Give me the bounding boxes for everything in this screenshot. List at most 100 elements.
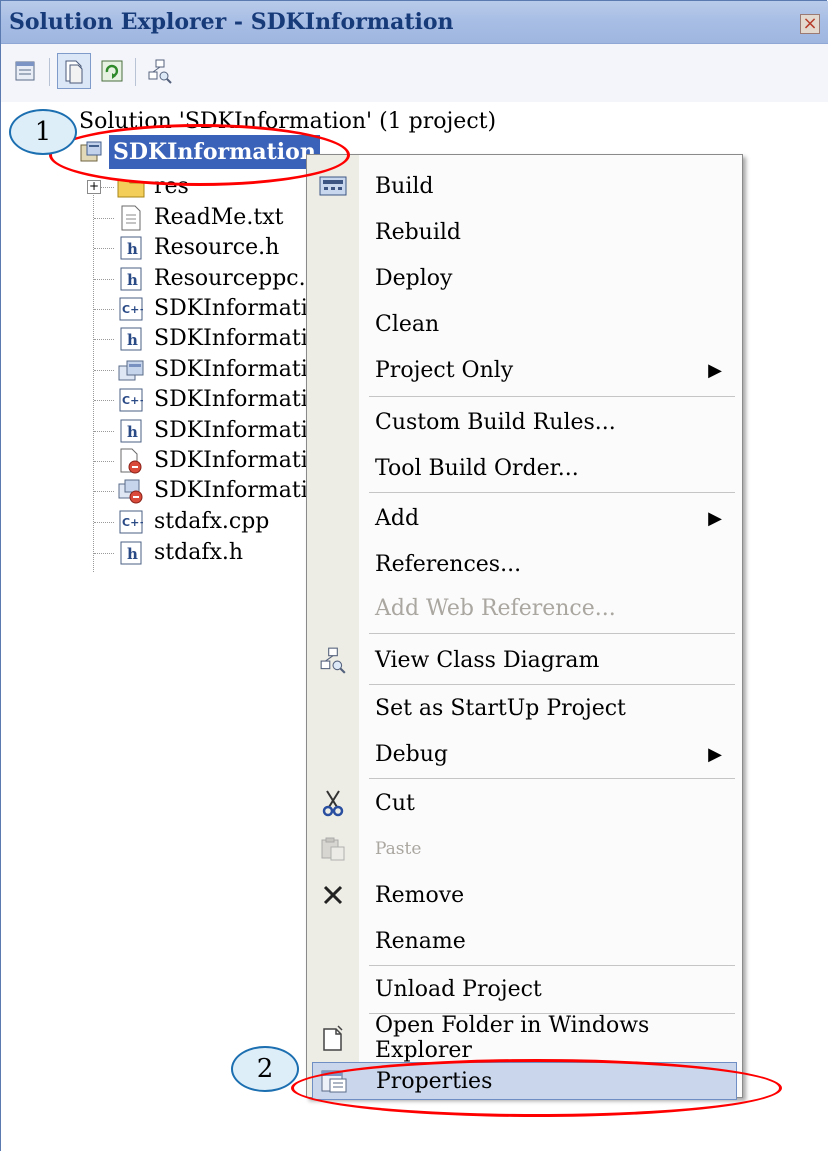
menu-item-label: Deploy bbox=[375, 265, 453, 291]
tree-item-sdkinformation-resource[interactable]: SDKInformatior bbox=[117, 355, 332, 385]
menu-item-label: Open Folder in Windows Explorer bbox=[375, 1013, 650, 1063]
tree-connector bbox=[94, 279, 114, 280]
tree-item-stdafx-cpp[interactable]: C++ stdafx.cpp bbox=[117, 507, 269, 537]
svg-text:C++: C++ bbox=[122, 394, 143, 407]
tree-connector bbox=[94, 370, 114, 371]
menu-item-label: Build bbox=[375, 173, 434, 199]
header-file-icon: h bbox=[117, 325, 145, 353]
tree-item-sdkinformation-h-2[interactable]: h SDKInformatior bbox=[117, 416, 332, 446]
tree-item-label: stdafx.h bbox=[154, 540, 244, 565]
tree-item-sdkinformation-rc2[interactable]: SDKInformatior bbox=[117, 476, 332, 506]
menu-item-clean[interactable]: Clean bbox=[307, 301, 742, 347]
menu-item-rename[interactable]: Rename bbox=[307, 918, 742, 964]
tree-item-sdkinformation-cpp[interactable]: C++ SDKInformatior bbox=[117, 294, 332, 324]
tree-item-sdkinformation-rc[interactable]: SDKInformatior bbox=[117, 446, 332, 476]
submenu-arrow-icon: ▶ bbox=[708, 359, 722, 381]
toolbar-separator bbox=[135, 58, 136, 86]
tree-connector bbox=[94, 400, 114, 401]
tree-item-readme[interactable]: ReadMe.txt bbox=[117, 203, 283, 233]
menu-item-cut[interactable]: Cut bbox=[307, 780, 742, 826]
svg-text:C++: C++ bbox=[122, 516, 143, 529]
class-diagram-icon bbox=[315, 642, 351, 678]
show-all-files-icon bbox=[65, 60, 83, 84]
menu-item-rebuild[interactable]: Rebuild bbox=[307, 209, 742, 255]
menu-item-deploy[interactable]: Deploy bbox=[307, 255, 742, 301]
context-menu: Build Rebuild Deploy Clean Project Only … bbox=[306, 154, 743, 1100]
menu-item-label: Debug bbox=[375, 741, 448, 767]
header-file-icon: h bbox=[117, 417, 145, 445]
cpp-file-icon: C++ bbox=[117, 508, 145, 536]
solution-explorer-window: Solution Explorer - SDKInformation × Sol… bbox=[0, 0, 828, 1151]
tree-connector bbox=[94, 522, 114, 523]
menu-item-add-web-reference[interactable]: Add Web Reference... bbox=[307, 585, 742, 631]
menu-item-add[interactable]: Add ▶ bbox=[307, 495, 742, 541]
svg-text:C++: C++ bbox=[122, 303, 143, 316]
refresh-button[interactable] bbox=[95, 53, 129, 89]
cpp-file-icon: C++ bbox=[117, 386, 145, 414]
tree-item-sdkinformation-cpp-2[interactable]: C++ SDKInformatior bbox=[117, 385, 332, 415]
tree-connector bbox=[94, 461, 114, 462]
menu-item-custom-build-rules[interactable]: Custom Build Rules... bbox=[307, 399, 742, 445]
window-title: Solution Explorer - SDKInformation bbox=[9, 9, 454, 35]
menu-item-debug[interactable]: Debug ▶ bbox=[307, 731, 742, 777]
menu-item-label: Clean bbox=[375, 311, 440, 337]
tree-item-resourceppc-h[interactable]: h Resourceppc.h bbox=[117, 264, 320, 294]
menu-item-label: Add Web Reference... bbox=[375, 595, 616, 621]
menu-item-set-startup-project[interactable]: Set as StartUp Project bbox=[307, 685, 742, 731]
tree-item-label: SDKInformatior bbox=[154, 326, 332, 351]
menu-item-label: Rename bbox=[375, 928, 466, 954]
menu-separator bbox=[369, 778, 735, 779]
svg-text:h: h bbox=[127, 240, 138, 258]
view-class-diagram-button[interactable] bbox=[143, 53, 177, 89]
annotation-ellipse-properties bbox=[291, 1059, 782, 1117]
view-class-diagram-icon bbox=[148, 59, 172, 84]
tree-item-sdkinformation-h[interactable]: h SDKInformatior bbox=[117, 324, 332, 354]
tree-item-label: SDKInformatior bbox=[154, 357, 332, 382]
menu-item-label: Unload Project bbox=[375, 976, 542, 1002]
menu-item-tool-build-order[interactable]: Tool Build Order... bbox=[307, 445, 742, 491]
svg-text:h: h bbox=[127, 545, 138, 563]
menu-item-unload-project[interactable]: Unload Project bbox=[307, 966, 742, 1012]
menu-item-remove[interactable]: Remove bbox=[307, 872, 742, 918]
tree-connector bbox=[94, 218, 114, 219]
tree-connector bbox=[94, 431, 114, 432]
properties-button[interactable] bbox=[9, 53, 43, 89]
menu-item-build[interactable]: Build bbox=[307, 163, 742, 209]
tree-item-label: stdafx.cpp bbox=[154, 509, 270, 534]
menu-item-label: Project Only bbox=[375, 357, 514, 383]
toolbar-separator bbox=[49, 58, 50, 86]
cpp-file-icon: C++ bbox=[117, 295, 145, 323]
tree-item-resource-h[interactable]: h Resource.h bbox=[117, 233, 279, 263]
tree-item-stdafx-h[interactable]: h stdafx.h bbox=[117, 538, 243, 568]
header-file-icon: h bbox=[117, 265, 145, 293]
rc-file-icon bbox=[117, 447, 145, 475]
menu-item-label: Remove bbox=[375, 882, 465, 908]
menu-item-label: Rebuild bbox=[375, 219, 461, 245]
tree-connector bbox=[94, 309, 114, 310]
tree-item-label: SDKInformatior bbox=[154, 387, 332, 412]
menu-item-label: Tool Build Order... bbox=[375, 455, 579, 481]
tree-connector bbox=[94, 491, 114, 492]
paste-icon bbox=[315, 831, 351, 867]
menu-item-view-class-diagram[interactable]: View Class Diagram bbox=[307, 637, 742, 683]
tree-item-label: SDKInformatior bbox=[154, 448, 332, 473]
svg-text:h: h bbox=[127, 271, 138, 289]
close-button[interactable]: × bbox=[800, 14, 820, 34]
menu-item-references[interactable]: References... bbox=[307, 541, 742, 587]
menu-item-label: Cut bbox=[375, 790, 415, 816]
expand-toggle[interactable]: + bbox=[87, 180, 101, 194]
menu-item-paste[interactable]: Paste bbox=[307, 826, 742, 872]
menu-item-project-only[interactable]: Project Only ▶ bbox=[307, 347, 742, 393]
resource-file-icon bbox=[117, 356, 145, 384]
menu-item-open-folder[interactable]: Open Folder in Windows Explorer bbox=[307, 1013, 742, 1063]
menu-item-label: Custom Build Rules... bbox=[375, 409, 616, 435]
title-bar: Solution Explorer - SDKInformation × bbox=[1, 1, 828, 44]
show-all-files-button[interactable] bbox=[57, 53, 91, 89]
callout-number-1: 1 bbox=[9, 109, 77, 155]
menu-item-label: View Class Diagram bbox=[375, 647, 600, 673]
rc2-file-icon bbox=[117, 477, 145, 505]
properties-icon bbox=[15, 61, 35, 81]
tree-item-label: Resourceppc.h bbox=[154, 266, 320, 291]
scissors-icon bbox=[315, 785, 351, 821]
tree-item-label: SDKInformatior bbox=[154, 296, 332, 321]
